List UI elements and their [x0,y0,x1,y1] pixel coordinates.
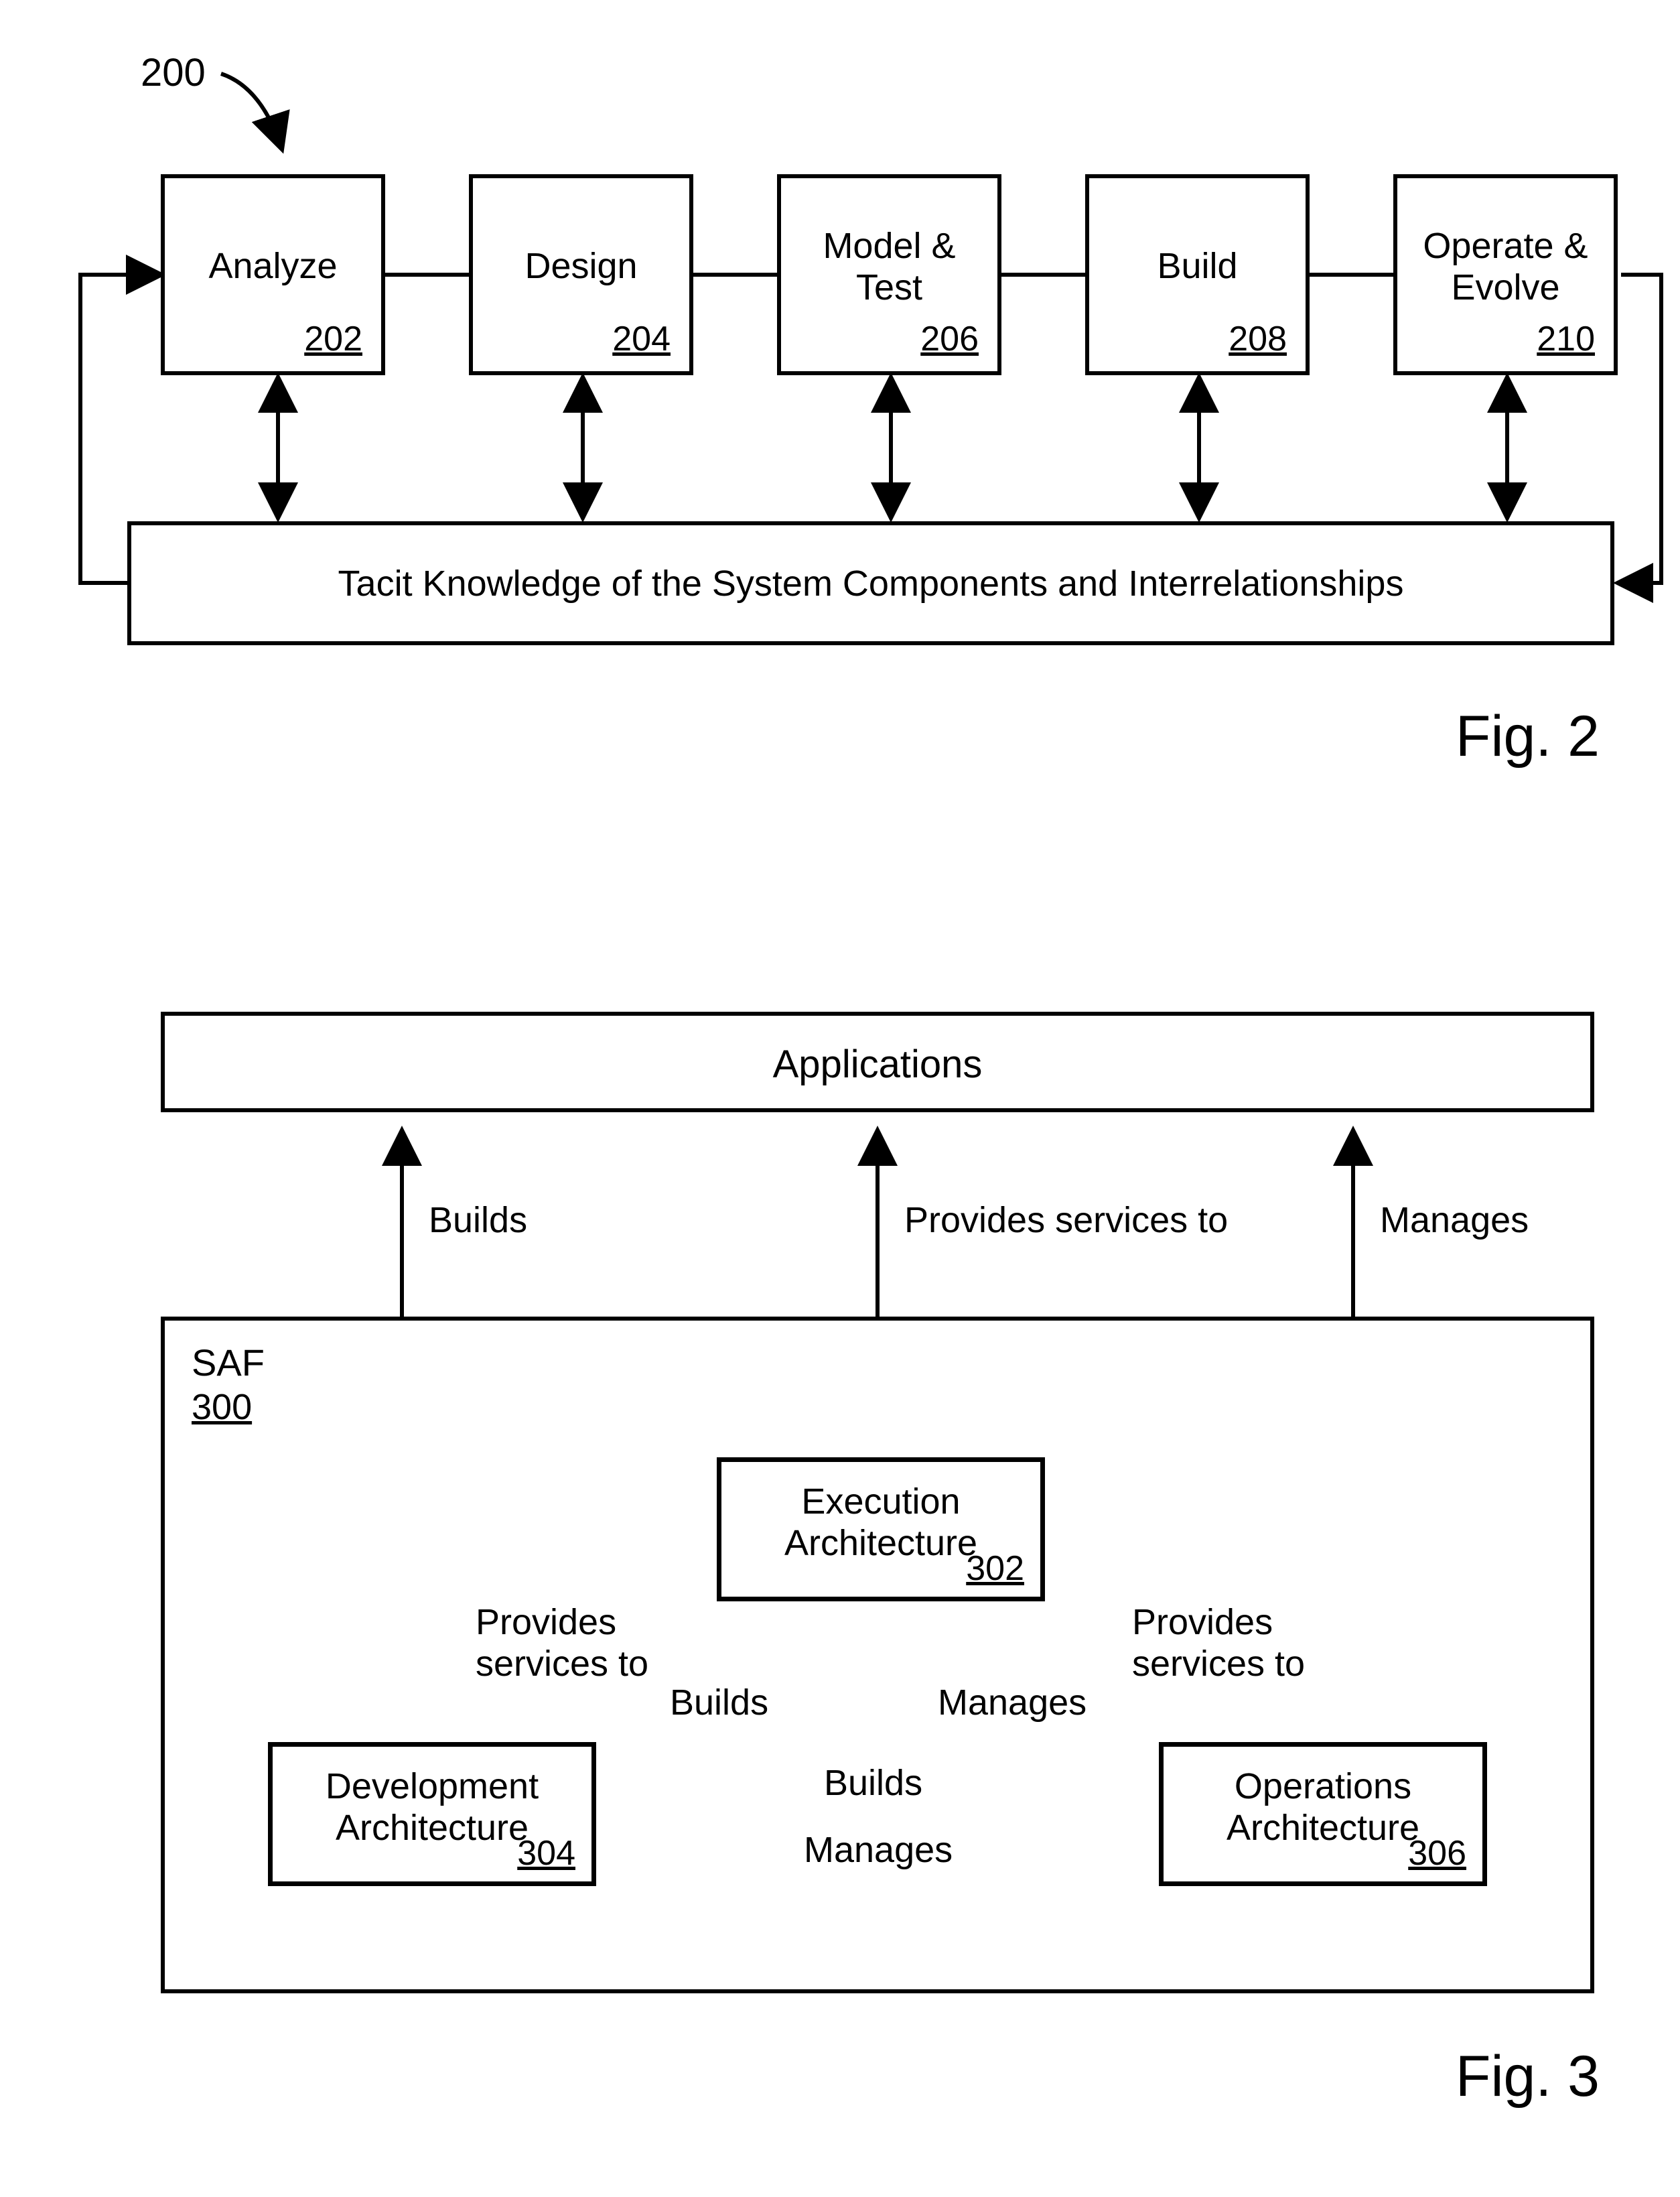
box-ops-arch-ref: 306 [1408,1833,1466,1873]
edge-exec-dev-provides-l2: services to [476,1644,648,1684]
box-applications: Applications [161,1012,1594,1112]
box-dev-arch: Development Architecture 304 [268,1742,596,1886]
box-exec-arch: Execution Architecture 302 [717,1457,1045,1601]
edge-manages-up: Manages [1380,1199,1529,1241]
box-saf: SAF 300 [161,1317,1594,1993]
box-operate-evolve-ref: 210 [1537,319,1595,359]
box-design-ref: 204 [612,319,671,359]
box-model-test-ref: 206 [920,319,979,359]
box-tacit-knowledge: Tacit Knowledge of the System Components… [127,521,1614,645]
box-exec-arch-ref: 302 [966,1548,1024,1589]
edge-exec-ops-provides: Provides services to [1132,1601,1305,1684]
box-analyze-ref: 202 [304,319,362,359]
box-design-label: Design [473,245,689,287]
edge-builds-up: Builds [429,1199,527,1241]
edge-dev-ops-builds: Builds [824,1762,922,1804]
box-ops-arch: Operations Architecture 306 [1159,1742,1487,1886]
box-design: Design 204 [469,174,693,375]
edge-dev-exec-builds: Builds [670,1682,768,1723]
box-analyze: Analyze 202 [161,174,385,375]
edge-provides-up: Provides services to [904,1199,1228,1241]
box-model-test: Model & Test 206 [777,174,1001,375]
box-build-ref: 208 [1229,319,1287,359]
box-analyze-label: Analyze [165,245,381,287]
box-tacit-knowledge-label: Tacit Knowledge of the System Components… [131,563,1610,604]
box-model-test-label: Model & Test [781,225,997,308]
edge-exec-ops-provides-l2: services to [1132,1644,1305,1684]
edge-ops-dev-manages: Manages [804,1829,953,1871]
fig2-ref: 200 [141,50,206,95]
box-operate-evolve: Operate & Evolve 210 [1393,174,1618,375]
saf-title: SAF [192,1341,265,1384]
edge-exec-ops-provides-l1: Provides [1132,1602,1273,1642]
edge-ops-exec-manages: Manages [938,1682,1087,1723]
fig2-caption: Fig. 2 [1456,704,1600,770]
box-dev-arch-ref: 304 [517,1833,575,1873]
box-applications-label: Applications [165,1043,1590,1087]
fig3-caption: Fig. 3 [1456,2044,1600,2110]
edge-exec-dev-provides-l1: Provides [476,1602,616,1642]
edge-exec-dev-provides: Provides services to [476,1601,648,1684]
box-operate-evolve-label: Operate & Evolve [1397,225,1614,308]
saf-ref: 300 [192,1386,252,1428]
box-build-label: Build [1089,245,1306,287]
box-build: Build 208 [1085,174,1310,375]
